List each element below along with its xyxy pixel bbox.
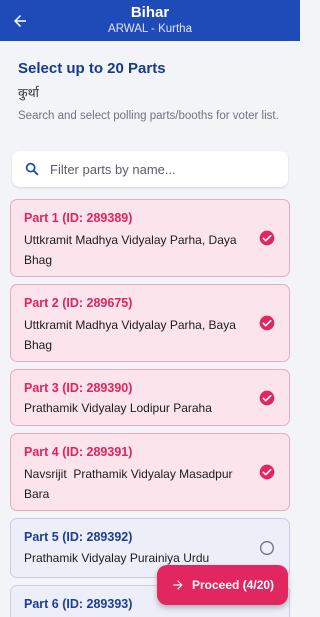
part-name: Navsrijit Prathamik Vidyalay Masadpur Ba… xyxy=(24,467,236,501)
page-title: Bihar xyxy=(130,4,170,21)
check-circle-icon[interactable] xyxy=(259,464,275,480)
part-title: Part 1 (ID: 289389) xyxy=(24,211,133,225)
search-input[interactable] xyxy=(50,157,278,181)
part-card-4[interactable]: Part 4 (ID: 289391) Navsrijit Prathamik … xyxy=(10,433,290,511)
page-subtitle: ARWAL - Kurtha xyxy=(108,23,192,35)
empty-circle-icon[interactable] xyxy=(259,540,275,556)
helper-text: Search and select polling parts/booths f… xyxy=(18,110,279,122)
part-name: Uttkramit Madhya Vidyalay Parha, Daya Bh… xyxy=(24,233,237,267)
part-card-1[interactable]: Part 1 (ID: 289389) Uttkramit Madhya Vid… xyxy=(10,199,290,277)
part-title: Part 2 (ID: 289675) xyxy=(24,296,133,310)
part-name: Prathamik Vidyalay Lodipur Paraha xyxy=(24,401,212,415)
proceed-label: Proceed (4/20) xyxy=(192,578,275,592)
arrow-right-icon xyxy=(173,580,183,590)
proceed-button[interactable]: Proceed (4/20) xyxy=(157,565,288,605)
check-circle-icon[interactable] xyxy=(259,315,275,331)
part-title: Part 3 (ID: 289390) xyxy=(24,381,133,395)
part-card-3[interactable]: Part 3 (ID: 289390) Prathamik Vidyalay L… xyxy=(10,369,290,426)
part-card-2[interactable]: Part 2 (ID: 289675) Uttkramit Madhya Vid… xyxy=(10,284,290,362)
search-box xyxy=(12,151,288,187)
app-bar: Bihar ARWAL - Kurtha xyxy=(0,0,300,41)
check-circle-icon[interactable] xyxy=(259,390,275,406)
constituency-local-name: कुर्था xyxy=(18,86,39,100)
part-title: Part 6 (ID: 289393) xyxy=(24,597,133,611)
check-circle-icon[interactable] xyxy=(259,230,275,246)
section-heading: Select up to 20 Parts xyxy=(18,60,166,77)
part-title: Part 4 (ID: 289391) xyxy=(24,445,133,459)
part-name: Uttkramit Madhya Vidyalay Parha, Baya Bh… xyxy=(24,318,236,352)
part-title: Part 5 (ID: 289392) xyxy=(24,530,133,544)
search-icon xyxy=(25,162,39,176)
